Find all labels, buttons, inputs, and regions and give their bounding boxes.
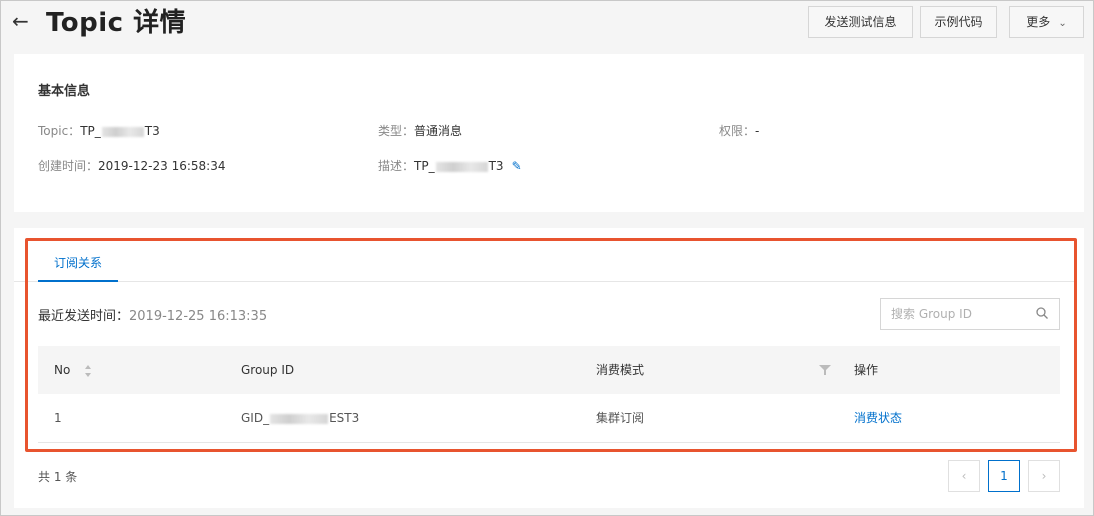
row-consume-mode: 集群订阅	[596, 411, 645, 425]
sample-code-button[interactable]: 示例代码	[920, 6, 997, 38]
edit-pencil-icon[interactable]: ✎	[512, 159, 522, 173]
row-group-id-prefix: GID_	[241, 411, 270, 425]
more-label: 更多	[1026, 15, 1051, 29]
permission-value: -	[755, 124, 760, 138]
group-id-search-input[interactable]	[881, 299, 1031, 329]
type-label: 类型：	[378, 124, 415, 138]
last-send-time-label: 最近发送时间：	[38, 309, 130, 324]
row-group-id-suffix: EST3	[329, 411, 360, 425]
description-field: 描述：TP_ T3 ✎	[378, 157, 522, 174]
page-title: Topic 详情	[46, 8, 187, 38]
page-number-button[interactable]: 1	[988, 460, 1020, 492]
more-dropdown-button[interactable]: 更多 ⌄	[1009, 6, 1084, 38]
topic-value-prefix: TP_	[80, 124, 101, 138]
created-time-field: 创建时间：2019-12-23 16:58:34	[38, 157, 225, 174]
row-group-id: GID_ EST3	[241, 394, 359, 443]
description-value-prefix: TP_	[414, 159, 435, 173]
type-field: 类型：普通消息	[378, 122, 462, 139]
type-value: 普通消息	[414, 124, 463, 138]
back-arrow-icon[interactable]: ←	[12, 10, 34, 32]
last-send-time-value: 2019-12-25 16:13:35	[129, 309, 268, 324]
group-id-search	[880, 298, 1060, 330]
last-send-time: 最近发送时间：2019-12-25 16:13:35	[38, 305, 267, 324]
column-group-id: Group ID	[241, 363, 295, 377]
topic-value-suffix: T3	[144, 124, 160, 138]
redacted-text	[101, 126, 144, 137]
basic-info-title: 基本信息	[38, 84, 91, 99]
chevron-left-icon: ‹	[961, 469, 967, 483]
created-time-label: 创建时间：	[38, 159, 99, 173]
column-consume-mode: 消费模式	[596, 363, 645, 377]
consume-status-link[interactable]: 消费状态	[854, 394, 902, 443]
table-header: No Group ID 消费模式 操作	[38, 346, 1060, 394]
topic-label: Topic：	[38, 124, 81, 138]
permission-label: 权限：	[719, 124, 756, 138]
description-label: 描述：	[378, 159, 415, 173]
table-row: 1 GID_ EST3 集群订阅 消费状态	[38, 394, 1060, 443]
filter-icon[interactable]	[819, 364, 831, 376]
row-no: 1	[54, 411, 62, 425]
column-no-label: No	[54, 363, 71, 377]
total-count: 共 1 条	[38, 470, 78, 484]
chevron-down-icon: ⌄	[1058, 18, 1067, 29]
tab-subscriptions[interactable]: 订阅关系	[38, 244, 118, 282]
created-time-value: 2019-12-23 16:58:34	[98, 159, 226, 173]
tab-bar: 订阅关系	[14, 244, 1074, 282]
description-value-suffix: T3	[488, 159, 504, 173]
topic-field: Topic：TP_ T3	[38, 122, 160, 139]
permission-field: 权限：-	[719, 122, 759, 139]
prev-page-button[interactable]: ‹	[948, 460, 980, 492]
send-test-message-button[interactable]: 发送测试信息	[808, 6, 913, 38]
redacted-text	[435, 161, 488, 172]
basic-info-card: 基本信息 Topic：TP_ T3 类型：普通消息 权限：- 创建时间：2019-…	[14, 54, 1084, 212]
next-page-button[interactable]: ›	[1028, 460, 1060, 492]
redacted-text	[270, 413, 329, 424]
chevron-right-icon: ›	[1041, 469, 1047, 483]
search-icon[interactable]	[1035, 306, 1049, 320]
sort-icon[interactable]	[84, 364, 92, 378]
column-no[interactable]: No	[54, 346, 92, 394]
column-action: 操作	[854, 363, 879, 377]
